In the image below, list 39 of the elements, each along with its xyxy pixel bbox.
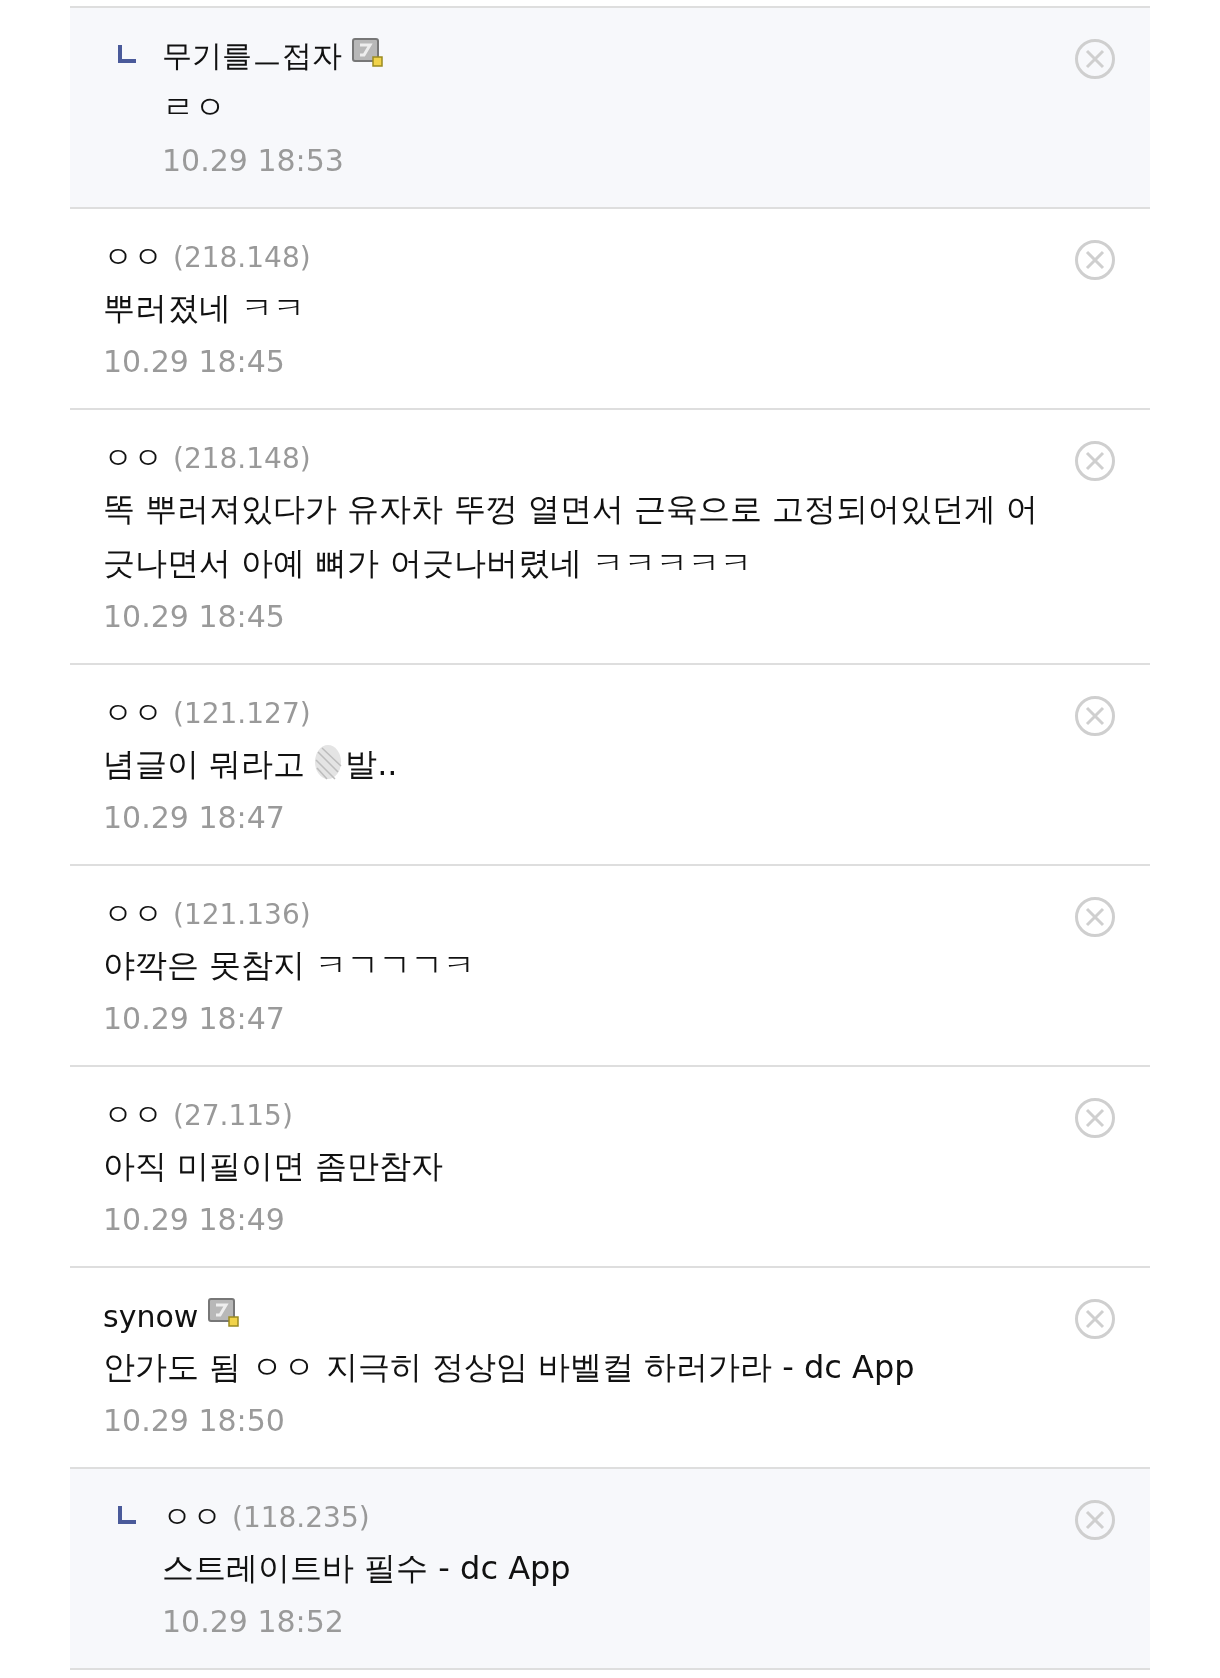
delete-icon[interactable] — [1074, 1499, 1116, 1541]
delete-icon[interactable] — [1074, 440, 1116, 482]
comment-date: 10.29 18:47 — [103, 799, 286, 837]
author-name[interactable]: ㅇㅇ — [103, 1094, 163, 1136]
comment-text: 념글이 뭐라고 — [103, 744, 306, 785]
comment-date: 10.29 18:45 — [103, 598, 286, 636]
author-name[interactable]: ㅇㅇ — [103, 692, 163, 734]
comment-text: 뿌러졌네 ㅋㅋ — [103, 288, 306, 329]
delete-icon[interactable] — [1074, 239, 1116, 281]
author-ip: (118.235) — [232, 1500, 370, 1534]
author-ip: (121.127) — [173, 696, 311, 730]
comment-date: 10.29 18:53 — [162, 142, 345, 180]
author-ip: (218.148) — [173, 240, 311, 274]
delete-icon[interactable] — [1074, 1097, 1116, 1139]
delete-icon[interactable] — [1074, 695, 1116, 737]
author-name[interactable]: synow — [103, 1298, 199, 1334]
delete-icon[interactable] — [1074, 1298, 1116, 1340]
author-name[interactable]: ㅇㅇ — [103, 893, 163, 935]
author-name[interactable]: ㅇㅇ — [162, 1496, 222, 1538]
comment-date: 10.29 18:52 — [162, 1603, 345, 1641]
comment-date: 10.29 18:45 — [103, 343, 286, 381]
author-ip: (218.148) — [173, 441, 311, 475]
comment-text: ㄹㅇ — [162, 87, 226, 128]
author-ip: (27.115) — [173, 1098, 293, 1132]
author-ip: (121.136) — [173, 897, 311, 931]
delete-icon[interactable] — [1074, 38, 1116, 80]
comment-text: 발.. — [345, 744, 398, 785]
comment-date: 10.29 18:50 — [103, 1402, 286, 1440]
delete-icon[interactable] — [1074, 896, 1116, 938]
author-name[interactable]: 무기를ㅡ접자 — [162, 35, 342, 77]
comment-text: 아직 미필이면 좀만참자 — [103, 1146, 444, 1187]
comment-text: 안가도 됨 ㅇㅇ 지극히 정상임 바벨컬 하러가라 - dc App — [103, 1347, 915, 1388]
author-name[interactable]: ㅇㅇ — [103, 236, 163, 278]
comment-text: 야깍은 못참지 ㅋㄱㄱㄱㅋ — [103, 945, 476, 986]
comment-text: 스트레이트바 필수 - dc App — [162, 1548, 571, 1589]
comment-text: 똑 뿌러져있다가 유자차 뚜껑 열면서 근육으로 고정되어있던게 어긋나면서 아예 뼈가 어긋나버렸네 ㅋㅋㅋㅋㅋ — [103, 489, 1040, 584]
author-name[interactable]: ㅇㅇ — [103, 437, 163, 479]
comment-date: 10.29 18:47 — [103, 1000, 286, 1038]
comment-date: 10.29 18:49 — [103, 1201, 286, 1239]
